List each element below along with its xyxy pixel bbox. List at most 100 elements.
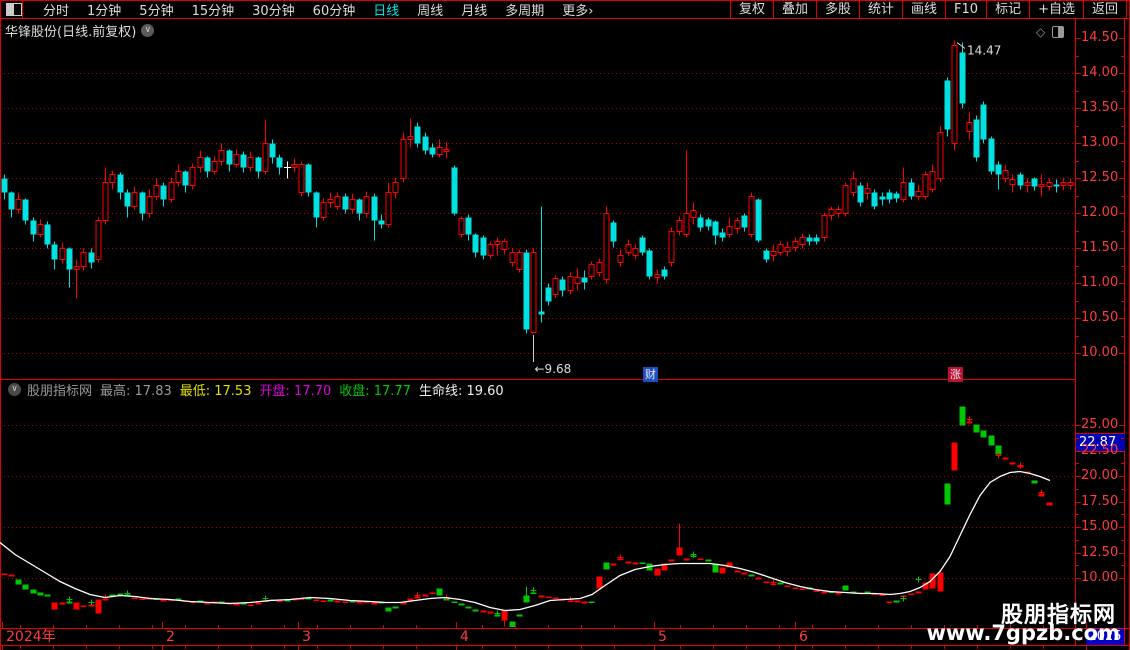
toolbar-action-多股[interactable]: 多股	[815, 1, 859, 18]
indicator-chevron-down-icon[interactable]: ∨	[8, 383, 21, 396]
candle-down	[226, 150, 233, 165]
candle-up	[596, 262, 603, 273]
candle-down	[741, 215, 748, 228]
event-marker-涨[interactable]: 涨	[948, 367, 963, 382]
indicator-candle	[588, 601, 595, 603]
indicator-candle	[80, 605, 87, 607]
timeline-tick-minor	[119, 625, 120, 628]
indicator-chart-canvas[interactable]	[0, 397, 1076, 627]
indicator-candle	[777, 582, 784, 585]
axis-tick	[1076, 108, 1081, 109]
candle-down	[523, 252, 530, 330]
toolbar-period-周线[interactable]: 周线	[408, 0, 452, 19]
toolbar-action-叠加[interactable]: 叠加	[772, 1, 816, 18]
axis-tick	[1076, 514, 1079, 516]
candle-down	[44, 224, 51, 245]
action-toolbar: 复权 叠加 多股 统计 画线 F10 标记 +自选 返回	[729, 1, 1127, 18]
timeline-tick-major	[654, 622, 655, 628]
axis-tick	[1121, 195, 1124, 197]
main-chart-canvas[interactable]: 14.47 ←9.68	[0, 38, 1076, 379]
toolbar-period-5分钟[interactable]: 5分钟	[130, 0, 182, 19]
toolbar-period-15分钟[interactable]: 15分钟	[183, 0, 244, 19]
candle-down	[305, 164, 312, 193]
timeline-tick-minor	[911, 625, 912, 628]
period-toolbar: 分时 1分钟 5分钟 15分钟 30分钟 60分钟 日线 周线 月线 多周期 更多›	[0, 0, 602, 19]
candle-up	[95, 220, 102, 260]
candle-up	[298, 164, 305, 193]
indicator-candle	[8, 574, 15, 577]
toolbar-period-1分钟[interactable]: 1分钟	[78, 0, 130, 19]
indicator-candle	[1002, 457, 1009, 460]
indicator-candle	[22, 584, 29, 590]
toolbar-period-日线[interactable]: 日线	[364, 0, 408, 19]
timeline-tick-minor	[614, 625, 615, 628]
toolbar-period-更多›[interactable]: 更多›	[553, 0, 602, 19]
axis-tick	[1076, 318, 1081, 319]
toolbar-period-多周期[interactable]: 多周期	[496, 0, 553, 19]
timeline-tick-minor	[317, 646, 318, 649]
axis-tick	[1119, 578, 1124, 579]
candle-up	[1009, 179, 1016, 185]
candle-up	[668, 231, 675, 263]
panel-toggle-icon[interactable]	[1052, 26, 1065, 38]
candle-down	[465, 217, 472, 235]
candle-up	[400, 139, 407, 179]
timeline-tick-minor	[20, 646, 21, 649]
axis-tick	[1119, 38, 1124, 39]
indicator-candle	[915, 591, 922, 594]
candle-up	[1002, 170, 1009, 179]
toolbar-period-60分钟[interactable]: 60分钟	[304, 0, 365, 19]
indicator-candle	[480, 610, 487, 613]
timeline-tick-minor	[515, 646, 516, 649]
candle-up	[334, 196, 341, 207]
toolbar-action-+自选[interactable]: +自选	[1029, 1, 1083, 18]
toolbar-action-画线[interactable]: 画线	[902, 1, 945, 18]
candle-up	[146, 196, 153, 214]
diamond-icon[interactable]: ◇	[1036, 25, 1045, 39]
indicator-candle	[937, 572, 944, 592]
indicator-candle	[371, 602, 378, 605]
timeline-tick-major	[795, 646, 796, 650]
toolbar-action-返回[interactable]: 返回	[1082, 1, 1127, 18]
timeline-tick-minor	[911, 646, 912, 649]
timeline-tick-minor	[218, 646, 219, 649]
timeline-tick-major	[2, 622, 3, 628]
candle-down	[763, 250, 770, 260]
toolbar-action-复权[interactable]: 复权	[729, 1, 773, 18]
timeline-tick-minor	[779, 625, 780, 628]
candle-up	[1038, 184, 1045, 187]
axis-tick	[1076, 539, 1079, 541]
toolbar-action-标记[interactable]: 标记	[986, 1, 1029, 18]
indicator-candle	[131, 597, 138, 599]
candle-up	[37, 224, 44, 235]
candle-down	[124, 192, 131, 207]
candle-up	[552, 278, 559, 295]
candle-up	[197, 157, 204, 168]
timeline-tick-major	[654, 646, 655, 650]
toolbar-period-30分钟[interactable]: 30分钟	[243, 0, 304, 19]
candle-up	[153, 185, 160, 197]
axis-tick	[1119, 552, 1124, 554]
axis-tick	[1121, 125, 1124, 127]
candle-down	[712, 221, 719, 236]
toolbar-action-F10[interactable]: F10	[945, 1, 986, 18]
event-marker-财[interactable]: 财	[643, 367, 658, 382]
indicator-candle	[973, 424, 980, 433]
indicator-candle	[1, 573, 8, 575]
candle-down	[269, 143, 276, 158]
indicator-candle	[451, 601, 458, 603]
timeline-label-2024年: 2024年	[6, 629, 56, 645]
layout-split-icon[interactable]	[6, 3, 22, 16]
title-chevron-down-icon[interactable]: ∨	[141, 24, 155, 37]
axis-tick	[1076, 425, 1081, 426]
indicator-candle	[458, 603, 465, 606]
candle-up	[1024, 182, 1031, 186]
toolbar-action-统计[interactable]: 统计	[859, 1, 902, 18]
timeline-tick-minor	[317, 625, 318, 628]
timeline-tick-major	[162, 622, 163, 628]
indicator-candle	[683, 558, 690, 561]
indicator-candle	[893, 600, 900, 603]
timeline-tick-minor	[746, 625, 747, 628]
toolbar-period-分时[interactable]: 分时	[34, 0, 78, 19]
toolbar-period-月线[interactable]: 月线	[452, 0, 496, 19]
